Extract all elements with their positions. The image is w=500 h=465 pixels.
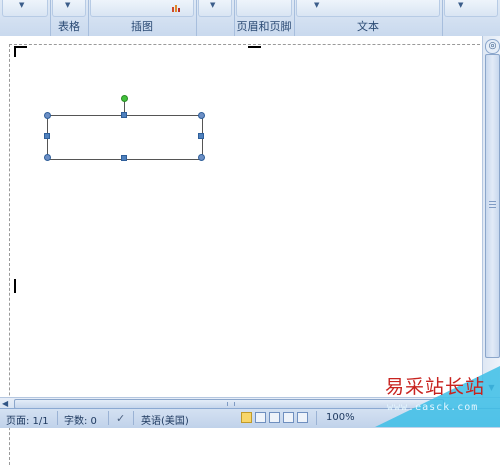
- ribbon-group-label-table: 表格: [58, 20, 80, 33]
- vertical-scroll-thumb[interactable]: [485, 54, 500, 358]
- full-screen-reading-view-icon[interactable]: [255, 412, 266, 423]
- word-count[interactable]: 字数: 0: [64, 412, 97, 427]
- site-watermark: 易采站长站 www.easck.com: [375, 366, 500, 427]
- ribbon: ▼ ▼ 表格 插图 ▼ 页眉和页脚 ▼ 文本 ▼: [0, 0, 500, 37]
- ribbon-group-text: ▼ 文本: [294, 0, 443, 36]
- vertical-scrollbar[interactable]: ◎ ▼: [482, 36, 500, 397]
- ribbon-group-left-edge: ▼: [0, 0, 51, 36]
- status-separator: [133, 411, 134, 425]
- ribbon-group-symbols: ▼: [442, 0, 500, 36]
- scroll-grip: [489, 204, 496, 205]
- resize-handle-bottom-right[interactable]: [198, 154, 205, 161]
- chevron-down-icon[interactable]: ▼: [458, 1, 463, 9]
- page-count[interactable]: 页面: 1/1: [6, 412, 49, 427]
- chevron-down-icon[interactable]: ▼: [19, 1, 24, 9]
- margin-left-mark: [14, 279, 16, 293]
- resize-handle-right[interactable]: [198, 133, 204, 139]
- ribbon-group-illustrations: 插图: [88, 0, 197, 36]
- resize-handle-top[interactable]: [121, 112, 127, 118]
- watermark-url: www.easck.com: [387, 402, 479, 413]
- ribbon-group-label-text: 文本: [357, 20, 379, 33]
- header-footer-buttons[interactable]: [236, 0, 292, 17]
- status-separator: [57, 411, 58, 425]
- margin-corner-mark: [14, 46, 16, 57]
- print-layout-view-icon[interactable]: [241, 412, 252, 423]
- text-box-shape[interactable]: [47, 115, 203, 160]
- scroll-grip: [489, 207, 496, 208]
- resize-handle-left[interactable]: [44, 133, 50, 139]
- rotation-handle[interactable]: [121, 95, 128, 102]
- ribbon-group-table: ▼ 表格: [50, 0, 89, 36]
- ribbon-group-body[interactable]: [2, 0, 48, 17]
- chart-icon[interactable]: [172, 2, 181, 12]
- zoom-level[interactable]: 100%: [326, 412, 355, 423]
- draft-view-icon[interactable]: [297, 412, 308, 423]
- chevron-down-icon[interactable]: ▼: [314, 1, 319, 9]
- symbols-button[interactable]: [444, 0, 498, 17]
- proofing-check-icon[interactable]: ✓: [116, 412, 125, 425]
- ruler-toggle-icon[interactable]: ◎: [485, 39, 500, 54]
- chevron-down-icon[interactable]: ▼: [210, 1, 215, 9]
- document-area[interactable]: [0, 36, 482, 465]
- margin-center-mark: [248, 46, 261, 48]
- web-layout-view-icon[interactable]: [269, 412, 280, 423]
- resize-handle-bottom-left[interactable]: [44, 154, 51, 161]
- language-indicator[interactable]: 英语(美国): [141, 412, 189, 427]
- ribbon-group-label-illustrations: 插图: [131, 20, 153, 33]
- resize-handle-bottom[interactable]: [121, 155, 127, 161]
- ribbon-group-links: ▼: [196, 0, 235, 36]
- resize-handle-top-right[interactable]: [198, 112, 205, 119]
- ribbon-group-label-header-footer: 页眉和页脚: [236, 20, 292, 33]
- scroll-grip: [489, 201, 496, 202]
- watermark-title: 易采站长站: [385, 376, 486, 398]
- outline-view-icon[interactable]: [283, 412, 294, 423]
- status-separator: [108, 411, 109, 425]
- scroll-grip: [227, 402, 235, 406]
- ribbon-group-header-footer: 页眉和页脚: [234, 0, 295, 36]
- chevron-down-icon[interactable]: ▼: [65, 1, 70, 9]
- status-separator: [316, 411, 317, 425]
- resize-handle-top-left[interactable]: [44, 112, 51, 119]
